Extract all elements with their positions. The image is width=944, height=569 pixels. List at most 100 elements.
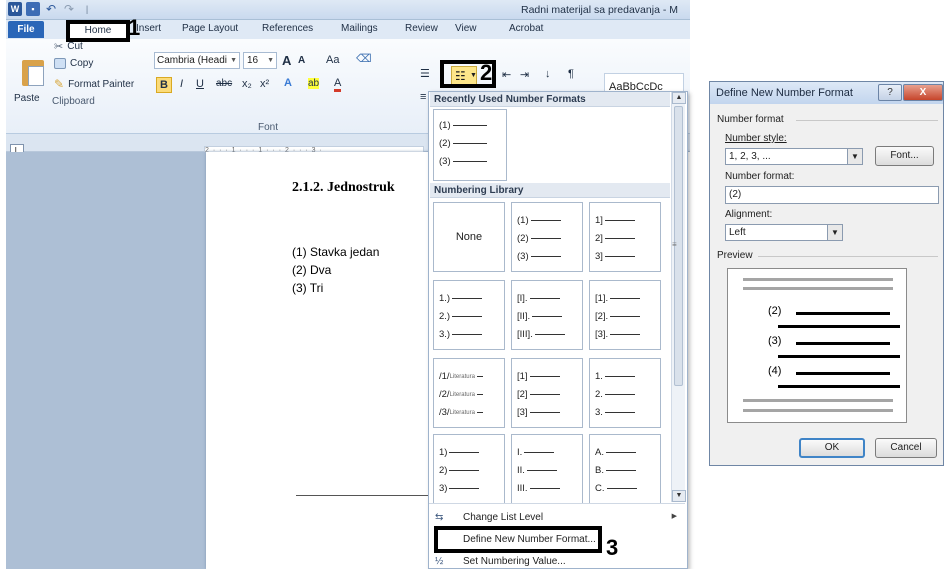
number-style-select[interactable]: 1, 2, 3, ... ▼ (725, 148, 863, 165)
paste-button[interactable]: Paste (14, 93, 40, 104)
document-title: Radni materijal sa predavanja - M (521, 4, 678, 16)
tile-number: [2]. (595, 311, 609, 322)
tile-number: 3) (439, 483, 448, 494)
underline-button[interactable]: U (196, 78, 204, 90)
numbering-library-tile[interactable]: [1]. [2]. [3]. (589, 280, 661, 350)
cut-label: Cut (67, 41, 83, 52)
ok-button[interactable]: OK (799, 438, 865, 458)
undo-icon[interactable]: ↶ (44, 2, 58, 16)
copy-label: Copy (70, 58, 94, 69)
define-number-format-dialog: Define New Number Format ? X Number form… (709, 81, 944, 466)
tile-number: 2] (595, 233, 603, 244)
chevron-down-icon: ▼ (230, 57, 237, 64)
font-button[interactable]: Font... (875, 146, 934, 166)
format-painter-button[interactable]: ✎ Format Painter (54, 77, 134, 91)
clipboard-group: Paste ✂ Cut Copy ✎ Format Painter Clipbo… (6, 39, 152, 134)
scroll-up-icon[interactable]: ▲ (672, 92, 686, 104)
tab-view[interactable]: View (455, 23, 477, 34)
scroll-down-icon[interactable]: ▼ (672, 490, 686, 502)
paintbrush-icon: ✎ (54, 77, 65, 91)
numbering-library-tile[interactable]: [I]. [II]. [III]. (511, 280, 583, 350)
list-level-icon: ⇆ (435, 512, 444, 523)
help-button[interactable]: ? (878, 84, 902, 101)
tab-references[interactable]: References (262, 23, 313, 34)
tile-number: 3] (595, 251, 603, 262)
number-format-group-label: Number format (717, 114, 784, 125)
numbering-library-tile[interactable]: 1) 2) 3) (433, 434, 505, 504)
dropdown-scrollbar[interactable]: ▲ ▼ (671, 92, 686, 502)
annotation-2: 2 (480, 60, 493, 85)
numbering-library-tile[interactable]: A. B. C. (589, 434, 661, 504)
numbering-library-tile[interactable]: 1.) 2.) 3.) (433, 280, 505, 350)
change-list-level-item[interactable]: ⇆ Change List Level ▶ (429, 509, 685, 527)
annotation-1: 1 (128, 15, 141, 40)
numbering-library-tile[interactable]: /1/Literatura/2/Literatura/3/Literatura (433, 358, 505, 428)
tile-number: II. (517, 465, 525, 476)
font-color-button[interactable]: A (334, 77, 342, 92)
numbering-library-tile[interactable]: I. II. III. (511, 434, 583, 504)
bold-button[interactable]: B (156, 77, 172, 93)
customize-toolbar-icon[interactable]: | (80, 2, 94, 16)
save-icon[interactable]: ▪ (26, 2, 40, 16)
numbering-library-tile[interactable]: 1] 2] 3] (589, 202, 661, 272)
alignment-label: Alignment: (725, 209, 773, 220)
ribbon-tabs: File Home Insert Page Layout References … (6, 20, 690, 42)
font-size-value: 16 (247, 55, 259, 66)
tile-number: [3]. (595, 329, 609, 340)
redo-icon[interactable]: ↷ (62, 2, 76, 16)
number-format-label: Number format: (725, 171, 795, 182)
font-name-box[interactable]: Cambria (Headi ▼ (154, 52, 240, 69)
tab-page-layout[interactable]: Page Layout (182, 23, 238, 34)
tab-file[interactable]: File (8, 21, 44, 38)
tab-review[interactable]: Review (405, 23, 438, 34)
change-case-button[interactable]: Aa (326, 54, 339, 66)
tile-caption: Literatura (449, 373, 475, 380)
font-size-box[interactable]: 16 ▼ (243, 52, 277, 69)
cancel-button[interactable]: Cancel (875, 438, 937, 458)
align-left-icon[interactable]: ≡ (420, 91, 426, 103)
gallery-more-icon[interactable]: ≡ (672, 240, 677, 249)
grow-font-button[interactable]: A (282, 53, 291, 68)
number-format-input[interactable]: (2) (725, 186, 939, 204)
close-button[interactable]: X (903, 84, 943, 101)
recent-format-tile[interactable]: (1) (2) (3) (433, 109, 507, 181)
alignment-value: Left (729, 227, 746, 238)
number-style-value: 1, 2, 3, ... (729, 151, 771, 162)
tab-home[interactable]: Home (66, 20, 130, 42)
clear-formatting-icon[interactable]: ⌫ (356, 52, 372, 65)
set-numbering-value-item[interactable]: ½ Set Numbering Value... (429, 553, 685, 568)
set-numbering-value-label: Set Numbering Value... (463, 556, 566, 567)
italic-button[interactable]: I (180, 78, 183, 90)
tile-number: [1] (517, 371, 528, 382)
tab-mailings[interactable]: Mailings (341, 23, 378, 34)
increase-indent-icon[interactable]: ⇥ (520, 68, 529, 81)
numbering-library-tile[interactable]: [1] [2] [3] (511, 358, 583, 428)
numbering-library-tile[interactable]: (1) (2) (3) (511, 202, 583, 272)
tile-number: 2) (439, 465, 448, 476)
clipboard-group-label: Clipboard (52, 96, 95, 107)
chevron-down-icon: ▼ (267, 57, 274, 64)
paste-icon[interactable] (18, 56, 48, 90)
strikethrough-button[interactable]: abc (216, 78, 232, 89)
shrink-font-button[interactable]: A (298, 55, 305, 66)
pilcrow-icon[interactable]: ¶ (568, 68, 574, 80)
tile-number: (3) (517, 251, 529, 262)
title-bar: W ▪ ↶ ↷ | Radni materijal sa predavanja … (6, 0, 690, 20)
chevron-down-icon: ▼ (847, 149, 862, 164)
alignment-select[interactable]: Left ▼ (725, 224, 843, 241)
highlight-button[interactable]: ab (308, 78, 320, 89)
sort-icon[interactable]: ↓ (545, 68, 551, 80)
subscript-button[interactable]: x₂ (242, 78, 252, 90)
bullets-icon[interactable]: ☰ (420, 67, 430, 80)
group-divider (758, 256, 938, 257)
numbering-library-tile[interactable]: 1. 2. 3. (589, 358, 661, 428)
word-logo-icon: W (8, 2, 22, 16)
superscript-button[interactable]: x² (260, 78, 269, 90)
text-effects-button[interactable]: A (284, 77, 292, 89)
copy-button[interactable]: Copy (54, 58, 93, 69)
tab-acrobat[interactable]: Acrobat (509, 23, 543, 34)
numbering-library-tile[interactable]: None (433, 202, 505, 272)
decrease-indent-icon[interactable]: ⇤ (502, 68, 511, 81)
font-group-label: Font (258, 122, 279, 133)
numbered-list[interactable]: (1) Stavka jedan (2) Dva (3) Tri (292, 243, 379, 297)
